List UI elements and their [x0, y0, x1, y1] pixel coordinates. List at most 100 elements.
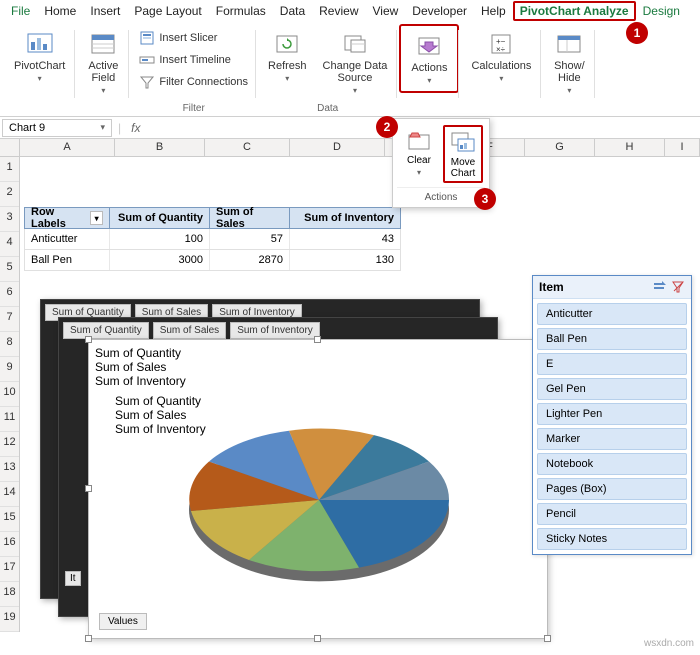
col-header-g[interactable]: G [525, 139, 595, 156]
row-header[interactable]: 5 [0, 257, 19, 282]
insert-slicer-button[interactable]: Insert Slicer [135, 28, 252, 48]
slicer-item[interactable]: Notebook [537, 453, 687, 475]
menu-developer[interactable]: Developer [405, 1, 474, 21]
menu-pivotchart-analyze[interactable]: PivotChart Analyze [513, 1, 636, 21]
clear-filter-icon[interactable] [671, 280, 685, 294]
slicer-item[interactable]: Lighter Pen [537, 403, 687, 425]
pivot-cell-qty[interactable]: 3000 [110, 250, 210, 270]
row-header[interactable]: 18 [0, 582, 19, 607]
slicer-item[interactable]: Ball Pen [537, 328, 687, 350]
slicer-item[interactable]: Marker [537, 428, 687, 450]
row-header[interactable]: 6 [0, 282, 19, 307]
slicer-item[interactable]: Gel Pen [537, 378, 687, 400]
field-button[interactable]: Sum of Quantity [63, 322, 149, 339]
row-header[interactable]: 9 [0, 357, 19, 382]
calculations-button[interactable]: +−×÷ Calculations ▾ [465, 26, 537, 85]
actions-button[interactable]: Actions ▾ [405, 28, 453, 87]
pivotchart-button[interactable]: PivotChart ▾ [8, 26, 71, 85]
pivot-cell-sales[interactable]: 57 [210, 229, 290, 249]
row-header[interactable]: 19 [0, 607, 19, 632]
refresh-button[interactable]: Refresh ▾ [262, 26, 313, 85]
resize-handle[interactable] [85, 635, 92, 642]
col-header-h[interactable]: H [595, 139, 665, 156]
row-header[interactable]: 12 [0, 432, 19, 457]
col-header-b[interactable]: B [115, 139, 205, 156]
resize-handle[interactable] [314, 336, 321, 343]
row-header[interactable]: 8 [0, 332, 19, 357]
row-header[interactable]: 3 [0, 207, 19, 232]
pivot-col-sum-inventory[interactable]: Sum of Inventory [290, 208, 400, 228]
show-hide-button[interactable]: Show/ Hide ▾ [547, 26, 591, 97]
col-header-d[interactable]: D [290, 139, 385, 156]
slicer-panel[interactable]: Item Anticutter Ball Pen Eer Gel Pen Lig… [532, 275, 692, 555]
field-button[interactable]: Sum of Inventory [230, 322, 320, 339]
row-header[interactable]: 17 [0, 557, 19, 582]
pivot-col-sum-quantity[interactable]: Sum of Quantity [110, 208, 210, 228]
select-all-corner[interactable] [0, 139, 20, 156]
row-header[interactable]: 1 [0, 157, 19, 182]
row-header[interactable]: 2 [0, 182, 19, 207]
pivot-cell-sales[interactable]: 2870 [210, 250, 290, 270]
row-header[interactable]: 16 [0, 532, 19, 557]
refresh-label: Refresh [268, 60, 307, 72]
chevron-down-icon[interactable]: ▾ [100, 122, 105, 133]
row-header[interactable]: 13 [0, 457, 19, 482]
resize-handle[interactable] [314, 635, 321, 642]
slicer-item[interactable]: Anticutter [537, 303, 687, 325]
menu-formulas[interactable]: Formulas [209, 1, 273, 21]
menu-view[interactable]: View [366, 1, 406, 21]
menu-bar: File Home Insert Page Layout Formulas Da… [0, 0, 700, 22]
menu-review[interactable]: Review [312, 1, 365, 21]
menu-file[interactable]: File [4, 1, 37, 21]
multi-select-icon[interactable] [653, 280, 667, 294]
pivot-cell-label[interactable]: Anticutter [25, 229, 110, 249]
col-header-c[interactable]: C [205, 139, 290, 156]
slicer-item-label-hidden: er [553, 358, 563, 370]
row-header[interactable]: 11 [0, 407, 19, 432]
menu-design[interactable]: Design [636, 1, 687, 21]
row-header[interactable]: 14 [0, 482, 19, 507]
fx-icon[interactable]: fx [125, 121, 146, 135]
slicer-item[interactable]: Eer [537, 353, 687, 375]
pivot-row-labels-header[interactable]: Row Labels ▾ [25, 208, 110, 228]
move-chart-button[interactable]: Move Chart [443, 125, 483, 183]
row-header[interactable]: 15 [0, 507, 19, 532]
field-button[interactable]: Sum of Sales [153, 322, 226, 339]
col-header-a[interactable]: A [20, 139, 115, 156]
filter-dropdown-icon[interactable]: ▾ [90, 211, 103, 225]
pivot-col-sum-sales[interactable]: Sum of Sales [210, 208, 290, 228]
menu-home[interactable]: Home [37, 1, 83, 21]
active-field-button[interactable]: Active Field ▾ [81, 26, 125, 97]
slicer-item[interactable]: Pages (Box) [537, 478, 687, 500]
menu-insert[interactable]: Insert [83, 1, 127, 21]
selected-pivot-chart[interactable]: Sum of Quantity Sum of Sales Sum of Inve… [88, 339, 548, 639]
pivot-cell-label[interactable]: Ball Pen [25, 250, 110, 270]
actions-label: Actions [411, 62, 447, 74]
resize-handle[interactable] [544, 635, 551, 642]
field-button[interactable]: Sum of Inventory [95, 374, 541, 388]
slicer-item[interactable]: Pencil [537, 503, 687, 525]
name-box[interactable]: Chart 9 ▾ [2, 119, 112, 137]
row-header[interactable]: 7 [0, 307, 19, 332]
change-data-source-button[interactable]: Change Data Source ▾ [317, 26, 394, 97]
item-axis-button[interactable]: It [65, 571, 81, 586]
insert-timeline-button[interactable]: Insert Timeline [135, 50, 252, 70]
resize-handle[interactable] [85, 485, 92, 492]
menu-help[interactable]: Help [474, 1, 513, 21]
pie-chart-plot-area[interactable] [169, 390, 469, 600]
clear-chart-button[interactable]: Clear ▾ [399, 125, 439, 183]
field-button[interactable]: Sum of Sales [95, 360, 541, 374]
filter-connections-button[interactable]: Filter Connections [135, 72, 252, 92]
slicer-item[interactable]: Sticky Notes [537, 528, 687, 550]
menu-data[interactable]: Data [273, 1, 312, 21]
row-header[interactable]: 10 [0, 382, 19, 407]
row-header[interactable]: 4 [0, 232, 19, 257]
field-button[interactable]: Sum of Quantity [95, 346, 541, 360]
resize-handle[interactable] [85, 336, 92, 343]
pivot-cell-qty[interactable]: 100 [110, 229, 210, 249]
values-axis-button[interactable]: Values [99, 613, 147, 630]
pivot-cell-inv[interactable]: 43 [290, 229, 400, 249]
pivot-cell-inv[interactable]: 130 [290, 250, 400, 270]
col-header-i[interactable]: I [665, 139, 700, 156]
menu-page-layout[interactable]: Page Layout [127, 1, 208, 21]
